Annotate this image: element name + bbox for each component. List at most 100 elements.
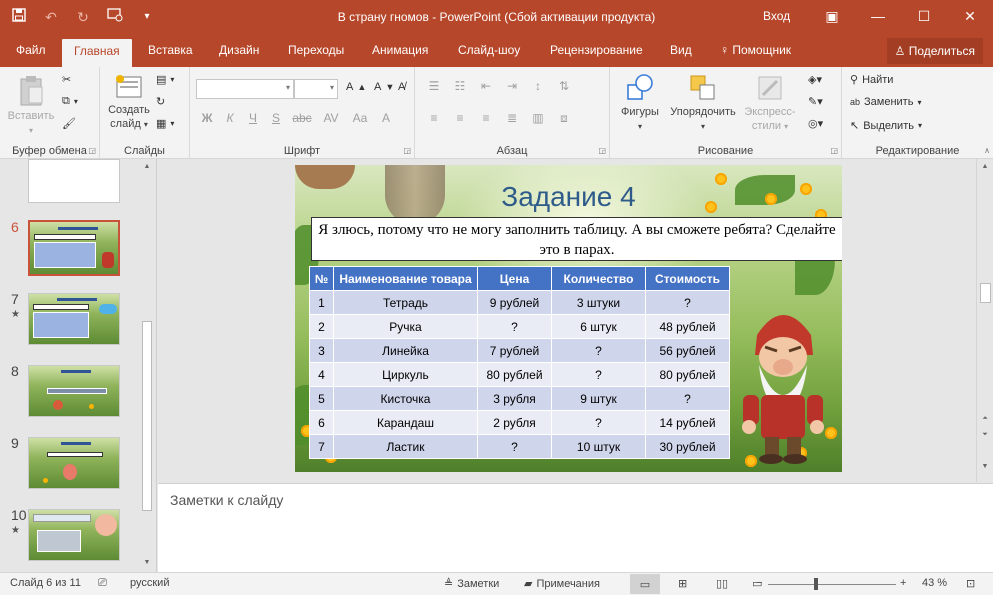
scroll-up-icon[interactable]: ▲	[139, 163, 155, 170]
collapse-ribbon-icon[interactable]: ∧	[984, 146, 990, 155]
redo-icon[interactable]: ↻	[72, 7, 94, 27]
normal-view-icon[interactable]: ▭	[630, 574, 660, 594]
reset-icon[interactable]: ↻	[156, 95, 165, 108]
customize-qat-icon[interactable]: ▾	[136, 7, 158, 27]
paste-button[interactable]: Вставить ▾	[6, 75, 56, 138]
increase-indent-icon[interactable]: ⇥	[505, 79, 519, 93]
share-button[interactable]: ♙ Поделиться	[886, 38, 983, 64]
font-name-input[interactable]: ▾	[196, 79, 294, 99]
close-icon[interactable]: ✕	[947, 0, 993, 33]
new-slide-button[interactable]: Создать слайд ▾	[104, 73, 154, 132]
start-slideshow-icon[interactable]	[104, 7, 126, 27]
scrollbar-thumb[interactable]	[142, 321, 152, 511]
justify-icon[interactable]: ≣	[505, 111, 519, 126]
shape-outline-icon[interactable]: ✎▾	[808, 95, 823, 108]
quick-styles-button[interactable]: Экспресс- стили ▾	[738, 73, 802, 134]
maximize-icon[interactable]: ☐	[901, 0, 947, 33]
shadow-button[interactable]: S	[269, 111, 283, 125]
strikethrough-button[interactable]: abc	[292, 111, 312, 125]
decrease-font-icon[interactable]: A ▼	[374, 81, 394, 93]
spell-check-icon[interactable]: ⎚	[98, 577, 107, 590]
zoom-in-icon[interactable]: +	[900, 577, 906, 589]
line-spacing-icon[interactable]: ↕	[531, 79, 545, 93]
zoom-slider-knob[interactable]	[814, 578, 818, 590]
thumbnails-scrollbar[interactable]: ▲ ▼	[139, 159, 155, 572]
tab-tell-me[interactable]: ♀ Помощник	[708, 35, 803, 67]
slide-text-box[interactable]: Я злюсь, потому что не могу заполнить та…	[311, 217, 842, 261]
ribbon-display-options-icon[interactable]: ▣	[809, 0, 855, 33]
select-button[interactable]: ↖ Выделить ▾	[850, 119, 922, 133]
language-indicator[interactable]: русский	[130, 577, 169, 589]
font-color-button[interactable]: A	[379, 111, 393, 125]
zoom-level[interactable]: 43 %	[922, 577, 947, 589]
slide-canvas[interactable]: Задание 4 Я злюсь, потому что не могу за…	[295, 165, 842, 472]
bold-button[interactable]: Ж	[200, 111, 214, 125]
thumbnail-slide-5[interactable]	[28, 159, 120, 203]
align-center-icon[interactable]: ≡	[453, 111, 467, 126]
scrollbar-thumb[interactable]	[980, 283, 991, 303]
slide-sorter-icon[interactable]: ⊞	[678, 577, 687, 590]
previous-slide-icon[interactable]: ⏶	[977, 415, 993, 423]
paragraph-launcher-icon[interactable]: ◲	[598, 146, 606, 155]
align-right-icon[interactable]: ≡	[479, 111, 493, 126]
thumbnail-slide-7[interactable]	[28, 293, 120, 345]
arrange-button[interactable]: Упорядочить ▾	[666, 73, 740, 134]
section-icon[interactable]: ▦ ▾	[156, 117, 174, 130]
slide-scrollbar[interactable]: ▲ ⏶ ⏷ ▼	[976, 159, 993, 482]
shape-effects-icon[interactable]: ◎▾	[808, 117, 823, 130]
font-launcher-icon[interactable]: ◲	[403, 146, 411, 155]
products-table[interactable]: № Наименование товара Цена Количество Ст…	[309, 266, 730, 459]
tab-insert[interactable]: Вставка	[136, 35, 205, 67]
smartart-icon[interactable]: ⧈	[557, 111, 571, 126]
tab-file[interactable]: Файл	[4, 35, 58, 67]
notes-pane[interactable]: Заметки к слайду	[158, 483, 993, 572]
underline-button[interactable]: Ч	[246, 111, 260, 125]
columns-icon[interactable]: ▥	[531, 111, 545, 126]
scroll-down-icon[interactable]: ▼	[139, 559, 155, 566]
format-painter-icon[interactable]: 🖌	[62, 117, 76, 130]
shapes-button[interactable]: Фигуры ▾	[616, 73, 664, 134]
tab-review[interactable]: Рецензирование	[538, 35, 655, 67]
tab-slideshow[interactable]: Слайд-шоу	[446, 35, 532, 67]
thumbnail-slide-10[interactable]	[28, 509, 120, 561]
numbering-icon[interactable]: ☷	[453, 79, 467, 93]
cut-icon[interactable]: ✂	[62, 73, 71, 86]
find-button[interactable]: ⚲ Найти	[850, 73, 893, 87]
save-icon[interactable]	[8, 7, 30, 27]
copy-icon[interactable]: ⧉ ▾	[62, 95, 78, 108]
tab-view[interactable]: Вид	[658, 35, 704, 67]
scroll-down-icon[interactable]: ▼	[977, 463, 993, 470]
text-direction-icon[interactable]: ⇅	[557, 79, 571, 93]
thumbnail-slide-8[interactable]	[28, 365, 120, 417]
clear-formatting-icon[interactable]: A̸	[398, 81, 405, 93]
notes-button[interactable]: ≜ Заметки	[444, 577, 499, 591]
decrease-indent-icon[interactable]: ⇤	[479, 79, 493, 93]
next-slide-icon[interactable]: ⏷	[977, 431, 993, 439]
change-case-button[interactable]: Aa	[350, 111, 370, 125]
layout-icon[interactable]: ▤ ▾	[156, 73, 174, 86]
login-link[interactable]: Вход	[763, 9, 790, 23]
scroll-up-icon[interactable]: ▲	[977, 163, 993, 170]
drawing-launcher-icon[interactable]: ◲	[830, 146, 838, 155]
comments-button[interactable]: ▰ Примечания	[524, 577, 600, 591]
reading-view-icon[interactable]: ▯▯	[716, 577, 728, 590]
minimize-icon[interactable]: —	[855, 0, 901, 33]
bullets-icon[interactable]: ☰	[427, 79, 441, 93]
undo-icon[interactable]: ↶	[40, 7, 62, 27]
increase-font-icon[interactable]: A ▲	[346, 81, 366, 93]
tab-animations[interactable]: Анимация	[360, 35, 440, 67]
tab-design[interactable]: Дизайн	[207, 35, 271, 67]
tab-home[interactable]: Главная	[62, 39, 132, 67]
tab-transitions[interactable]: Переходы	[276, 35, 356, 67]
thumbnail-slide-9[interactable]	[28, 437, 120, 489]
fit-to-window-icon[interactable]: ⊡	[966, 577, 975, 590]
font-size-input[interactable]: ▾	[294, 79, 338, 99]
italic-button[interactable]: К	[223, 111, 237, 125]
align-left-icon[interactable]: ≡	[427, 111, 441, 126]
character-spacing-button[interactable]: AV	[321, 111, 341, 125]
clipboard-launcher-icon[interactable]: ◲	[88, 146, 96, 155]
shape-fill-icon[interactable]: ◈▾	[808, 73, 822, 86]
replace-button[interactable]: ab Заменить ▾	[850, 96, 921, 108]
gnome-illustration[interactable]	[727, 295, 839, 465]
slide-title[interactable]: Задание 4	[295, 181, 842, 213]
